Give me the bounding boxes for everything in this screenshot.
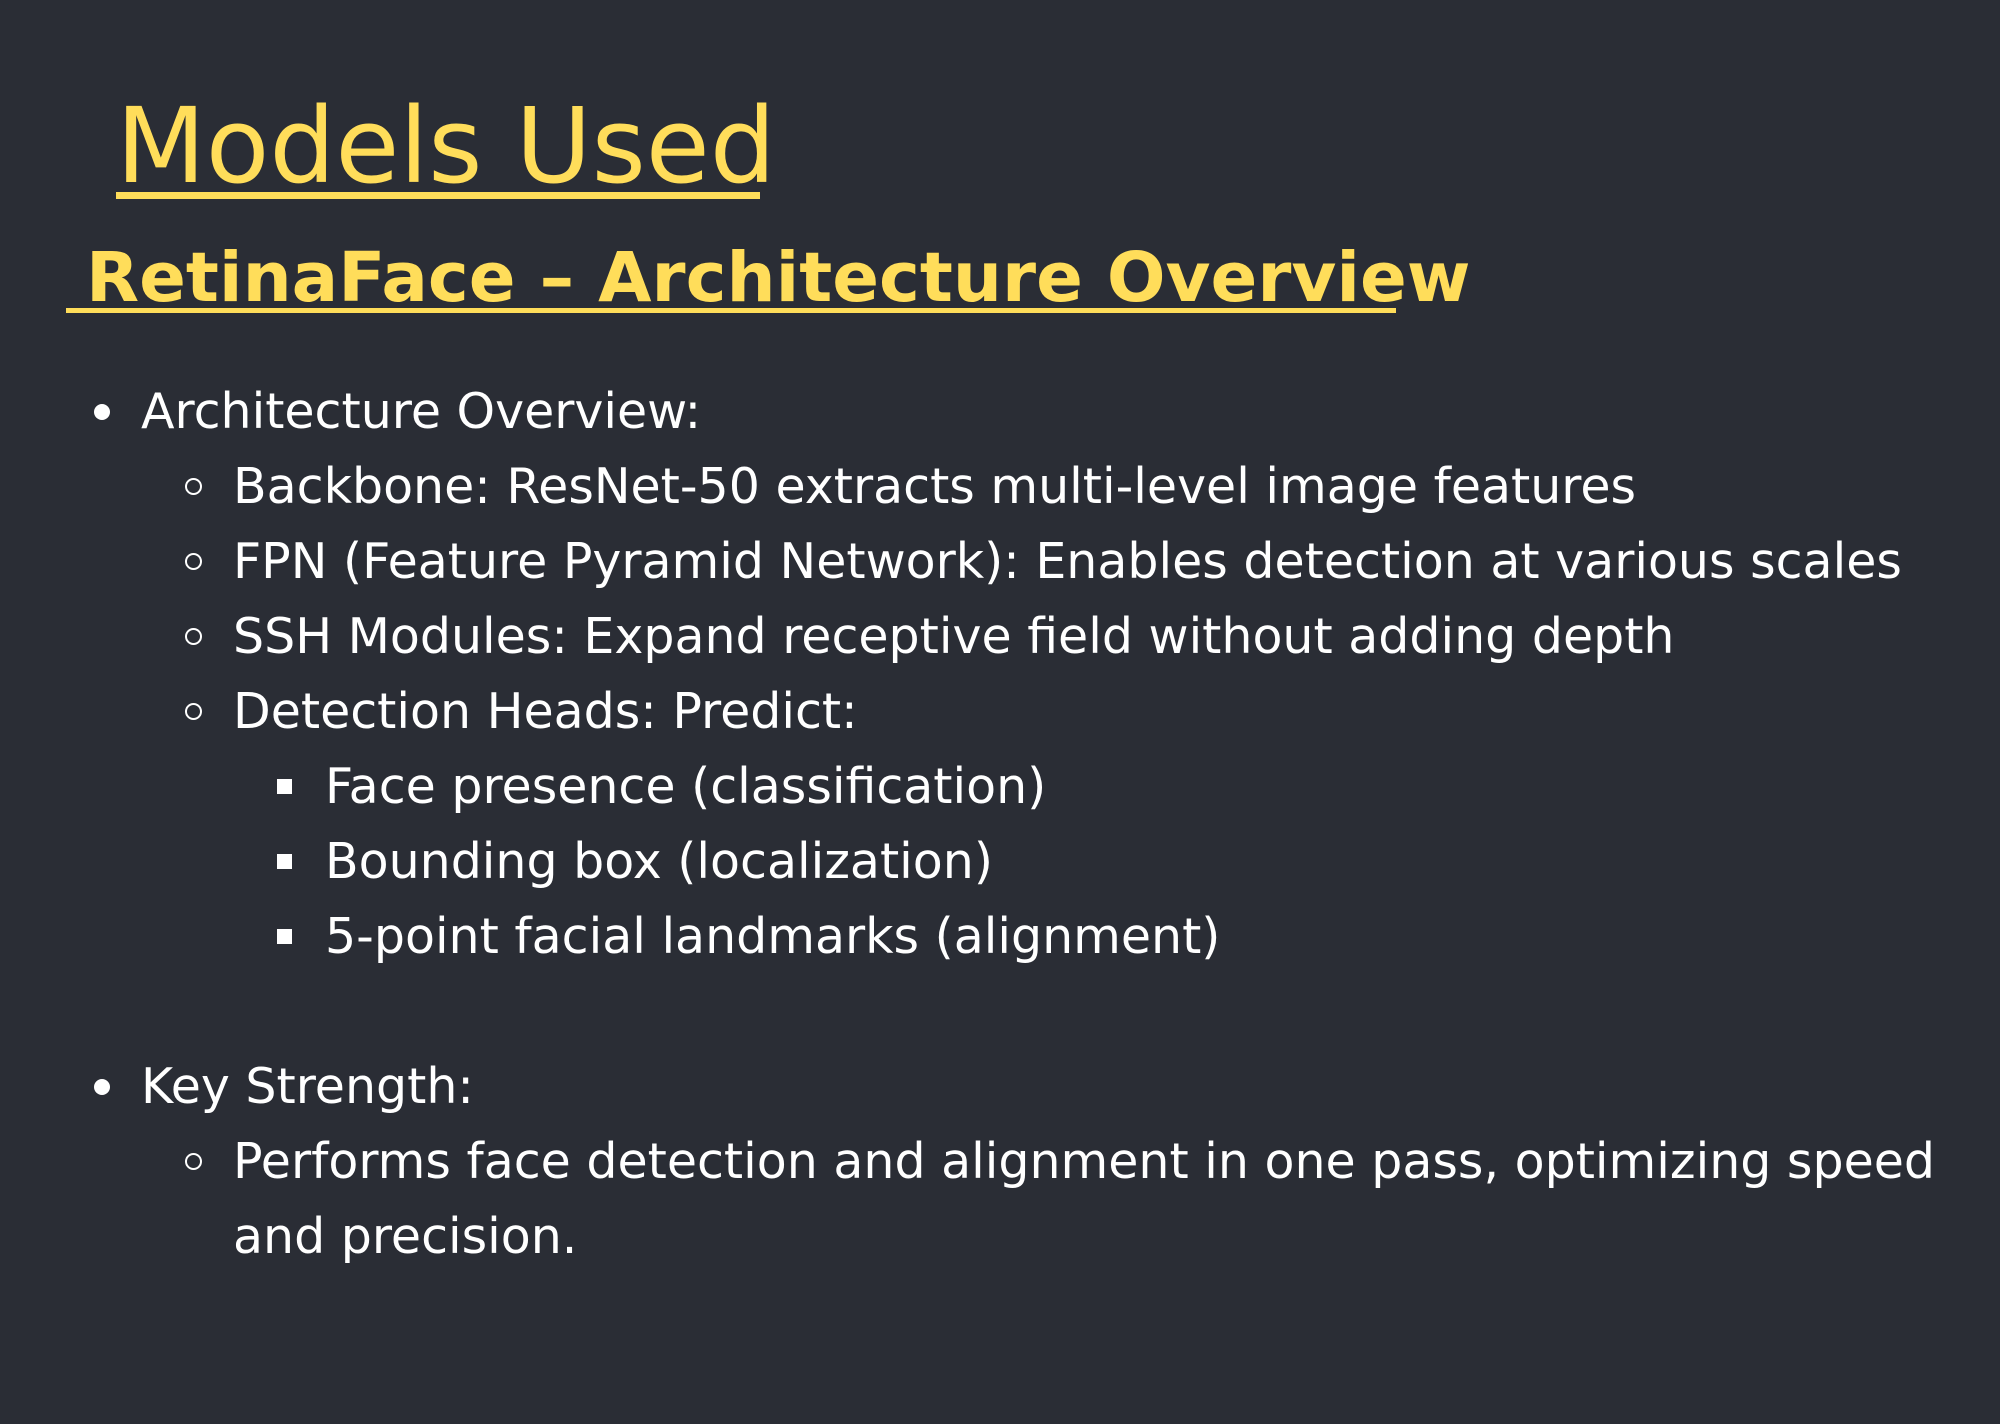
section-label: Key Strength:: [141, 1058, 474, 1115]
bullet-circle-icon: [185, 478, 202, 495]
sub-list-item: Bounding box (localization): [325, 833, 993, 890]
bullet-square-icon: [277, 779, 292, 794]
bullet-circle-icon: [185, 553, 202, 570]
slide-title: Models Used: [116, 85, 776, 207]
sub-list-item: 5-point facial landmarks (alignment): [325, 908, 1221, 965]
bullet-circle-icon: [185, 628, 202, 645]
list-item-continuation: and precision.: [233, 1208, 578, 1265]
section-label: Architecture Overview:: [141, 383, 702, 440]
sub-list-item: Face presence (classification): [325, 758, 1047, 815]
bullet-disc-icon: [94, 404, 110, 420]
list-item: Detection Heads: Predict:: [233, 683, 858, 740]
list-item: Performs face detection and alignment in…: [233, 1133, 1935, 1190]
subtitle-underline: [66, 308, 1396, 313]
bullet-square-icon: [277, 854, 292, 869]
bullet-circle-icon: [185, 703, 202, 720]
list-item: Backbone: ResNet-50 extracts multi-level…: [233, 458, 1637, 515]
list-item: FPN (Feature Pyramid Network): Enables d…: [233, 533, 1902, 590]
slide: Models Used RetinaFace – Architecture Ov…: [0, 0, 2000, 1424]
bullet-disc-icon: [94, 1079, 110, 1095]
list-item: SSH Modules: Expand receptive field with…: [233, 608, 1675, 665]
bullet-square-icon: [277, 929, 292, 944]
bullet-circle-icon: [185, 1153, 202, 1170]
title-underline: [116, 192, 760, 199]
